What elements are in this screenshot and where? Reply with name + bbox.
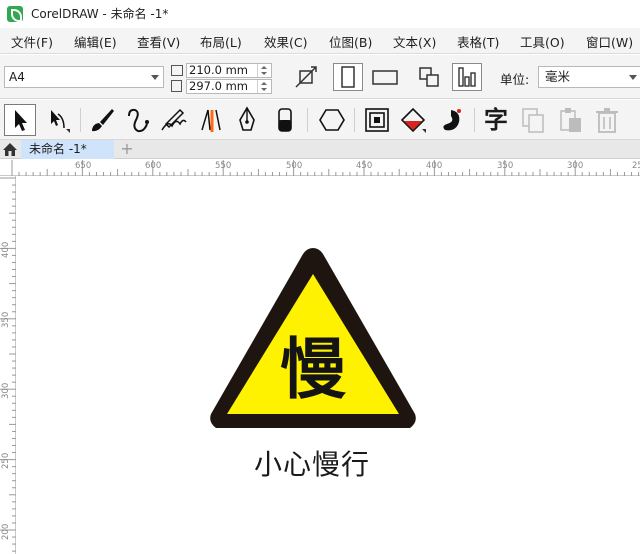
ruler-label: 400 <box>426 161 443 171</box>
chevron-down-icon <box>629 75 637 80</box>
ruler-label: 250 <box>1 452 11 469</box>
toolbar-separator <box>474 108 475 132</box>
toolbox: 字 <box>0 100 640 140</box>
ruler-label: 650 <box>75 161 92 171</box>
ruler-label: 300 <box>567 161 584 171</box>
page-height-field[interactable]: 297.0 mm <box>186 79 272 94</box>
copy-icon[interactable] <box>517 104 549 136</box>
page-width-value: 210.0 mm <box>189 63 248 77</box>
eraser-icon[interactable] <box>269 104 301 136</box>
menu-bar: 文件(F) 编辑(E) 查看(V) 布局(L) 效果(C) 位图(B) 文本(X… <box>0 28 640 54</box>
sign-character: 慢 <box>280 331 346 408</box>
portrait-button[interactable] <box>333 63 363 91</box>
document-tab[interactable]: 未命名 -1* <box>21 140 114 159</box>
app-logo-icon <box>7 5 23 22</box>
artistic-media-icon[interactable] <box>158 104 190 136</box>
units-select[interactable]: 毫米 <box>538 66 640 88</box>
coreldraw-window: CorelDRAW - 未命名 -1* 文件(F) 编辑(E) 查看(V) 布局… <box>0 0 640 554</box>
toolbar-separator <box>80 108 81 132</box>
add-tab-button[interactable]: + <box>117 140 137 159</box>
pick-tool-button[interactable] <box>4 104 36 136</box>
page-height-icon <box>171 80 182 92</box>
shape-tool-icon[interactable] <box>42 104 74 136</box>
pen-tool-icon[interactable] <box>231 104 263 136</box>
ruler-label: 400 <box>1 241 11 258</box>
height-spinner[interactable] <box>257 80 271 93</box>
pick-tool-icon <box>15 110 27 131</box>
ruler-label: 350 <box>1 311 11 328</box>
chevron-down-icon <box>151 75 159 80</box>
ruler-label: 450 <box>356 161 373 171</box>
ruler-label: 200 <box>1 523 11 540</box>
ruler-label: 250 <box>632 161 640 171</box>
paste-icon[interactable] <box>554 104 586 136</box>
toolbar-separator <box>354 108 355 132</box>
text-tool-icon[interactable]: 字 <box>480 104 512 136</box>
home-icon[interactable] <box>2 142 18 157</box>
page-width-field[interactable]: 210.0 mm <box>186 63 272 78</box>
menu-table[interactable]: 表格(T) <box>457 32 499 51</box>
menu-text[interactable]: 文本(X) <box>393 32 436 51</box>
contour-icon[interactable] <box>361 104 393 136</box>
horizontal-ruler-ticks <box>11 160 640 176</box>
title-bar: CorelDRAW - 未命名 -1* <box>0 0 640 27</box>
ruler-label: 300 <box>1 382 11 399</box>
current-page-button[interactable] <box>452 63 482 91</box>
polygon-icon[interactable] <box>316 104 348 136</box>
ruler-label: 500 <box>286 161 303 171</box>
menu-window[interactable]: 窗口(W) <box>586 32 633 51</box>
interactive-fill-icon[interactable] <box>398 104 430 136</box>
document-tab-bar: 未命名 -1* + <box>0 140 640 159</box>
menu-view[interactable]: 查看(V) <box>137 32 180 51</box>
property-bar: A4 210.0 mm 297.0 mm 单位: 毫米 <box>0 55 640 99</box>
landscape-icon[interactable] <box>370 63 400 91</box>
width-spinner[interactable] <box>257 64 271 77</box>
menu-bitmaps[interactable]: 位图(B) <box>329 32 372 51</box>
ruler-label: 350 <box>497 161 514 171</box>
current-page-icon <box>458 67 476 87</box>
menu-effects[interactable]: 效果(C) <box>264 32 307 51</box>
all-pages-icon[interactable] <box>415 63 445 91</box>
menu-file[interactable]: 文件(F) <box>11 32 53 51</box>
window-title: CorelDRAW - 未命名 -1* <box>31 7 169 21</box>
menu-edit[interactable]: 编辑(E) <box>74 32 117 51</box>
page-width-icon <box>171 65 183 76</box>
page-size-icon[interactable] <box>291 63 321 91</box>
smart-fill-icon[interactable] <box>435 104 467 136</box>
menu-layout[interactable]: 布局(L) <box>200 32 242 51</box>
dimension-icon[interactable] <box>194 104 226 136</box>
delete-icon[interactable] <box>591 104 623 136</box>
paper-size-value: A4 <box>9 70 25 84</box>
vertical-ruler[interactable]: 400 350 300 250 200 <box>0 176 16 554</box>
portrait-icon <box>341 66 355 88</box>
toolbar-separator <box>307 108 308 132</box>
paintbrush-icon[interactable] <box>86 104 118 136</box>
sign-caption[interactable]: 小心慢行 <box>187 443 437 483</box>
menu-tools[interactable]: 工具(O) <box>520 32 565 51</box>
ruler-label: 600 <box>145 161 162 171</box>
vertical-ruler-ticks <box>0 177 16 552</box>
units-value: 毫米 <box>545 69 571 84</box>
warning-sign[interactable]: 慢 <box>205 242 421 434</box>
horizontal-ruler[interactable]: 650 600 550 500 450 400 350 300 250 <box>0 160 640 176</box>
units-label: 单位: <box>500 72 530 87</box>
drawing-canvas[interactable]: 慢 小心慢行 <box>17 177 640 554</box>
page-height-value: 297.0 mm <box>189 79 248 93</box>
paper-size-select[interactable]: A4 <box>4 66 164 88</box>
freehand-icon[interactable] <box>122 104 154 136</box>
ruler-label: 550 <box>215 161 232 171</box>
